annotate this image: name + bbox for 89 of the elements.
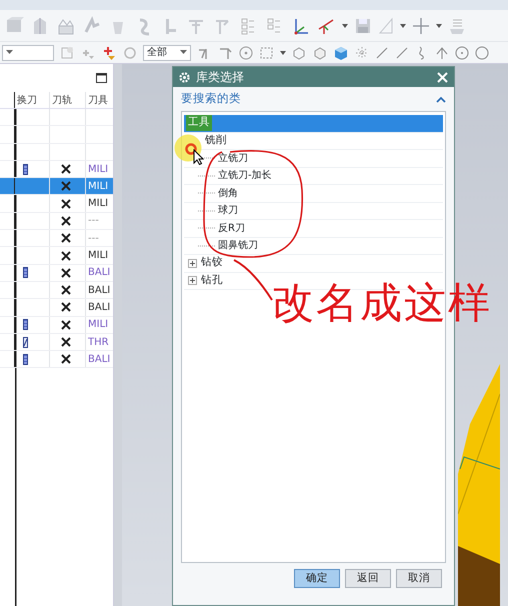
expand-icon[interactable]	[188, 276, 197, 286]
caret-icon[interactable]	[342, 22, 348, 28]
cube-icon[interactable]	[291, 44, 307, 60]
toolbar-icon[interactable]	[374, 44, 389, 60]
tool-name: MILI	[88, 249, 108, 264]
table-row[interactable]: MILI	[0, 195, 113, 213]
toolbar-icon[interactable]	[474, 44, 489, 60]
tree-item[interactable]: 倒角	[218, 186, 238, 201]
tool-name: MILI	[88, 180, 108, 194]
tool-name: BALI	[88, 266, 110, 280]
x-icon	[61, 198, 71, 209]
column-header[interactable]: 换刀	[15, 92, 50, 108]
x-icon	[61, 233, 71, 244]
tree-item[interactable]: 铣削	[205, 132, 227, 149]
caret-icon	[180, 50, 187, 55]
caret-icon[interactable]	[280, 50, 286, 56]
triangle-icon[interactable]	[378, 16, 394, 34]
table-row[interactable]: BALI	[0, 282, 113, 300]
tool-name: BALI	[88, 284, 110, 298]
tree-item[interactable]: 球刀	[218, 203, 238, 218]
close-icon[interactable]	[437, 72, 448, 82]
tree-item[interactable]: 钻孔	[201, 272, 223, 289]
dialog-title: 库类选择	[196, 69, 245, 86]
caret-icon[interactable]	[400, 22, 406, 28]
caret-icon[interactable]	[436, 22, 442, 28]
table-row[interactable]: THR	[0, 334, 113, 352]
table-row[interactable]	[0, 109, 113, 126]
filter-icon[interactable]	[101, 44, 117, 60]
table-row[interactable]: BALI	[0, 299, 113, 317]
table-row[interactable]: MILI	[0, 247, 113, 265]
tool-name: MILI	[88, 318, 108, 332]
x-icon	[61, 354, 71, 364]
toolbar-icon[interactable]	[354, 44, 369, 60]
x-icon	[61, 302, 71, 312]
selected-row[interactable]: MILI	[0, 178, 113, 196]
x-icon	[61, 285, 71, 296]
caret-icon	[6, 50, 13, 55]
tool-name: BALI	[88, 352, 110, 367]
tree-item[interactable]: 立铣刀	[218, 150, 248, 166]
tree-item[interactable]: 反R刀	[218, 220, 245, 236]
handwritten-note: 改名成这样	[272, 282, 492, 324]
toolbar-icon[interactable]	[394, 44, 409, 60]
tool-name: ---	[88, 214, 99, 228]
toolbar-icon[interactable]	[434, 44, 449, 60]
table-row[interactable]: BALI	[0, 264, 113, 282]
table-row[interactable]: MILI	[0, 316, 113, 334]
save-icon[interactable]	[354, 16, 372, 34]
table-row[interactable]	[0, 144, 113, 161]
column-header[interactable]: 刀轨	[50, 92, 86, 108]
circle-icon[interactable]	[122, 44, 138, 60]
layers-icon[interactable]	[448, 16, 466, 34]
filter-dropdown[interactable]: 全部	[143, 44, 191, 60]
section-title[interactable]: 要搜索的类	[181, 90, 241, 108]
x-icon	[61, 250, 71, 261]
cube-icon[interactable]	[333, 44, 349, 60]
annotation-stroke	[232, 258, 274, 302]
tool-name: MILI	[88, 162, 108, 177]
x-icon	[61, 320, 71, 330]
x-icon	[61, 216, 71, 226]
tool-name: MILI	[88, 197, 108, 212]
tree-item[interactable]: 立铣刀-加长	[218, 168, 272, 184]
x-icon	[61, 268, 71, 278]
dialog-button[interactable]: 确定	[294, 569, 340, 588]
tree-item[interactable]: 圆鼻铣刀	[218, 238, 258, 254]
tool-name: BALI	[88, 300, 110, 315]
tool-name: THR	[88, 336, 109, 350]
gear-icon	[179, 72, 190, 82]
plus-icon[interactable]	[412, 16, 430, 34]
toolbar-icon[interactable]	[259, 44, 275, 60]
expand-icon[interactable]	[188, 258, 197, 268]
dialog-button[interactable]: 返回	[345, 569, 391, 588]
column-header[interactable]: 刀具	[86, 92, 113, 108]
table-row[interactable]: BALI	[0, 351, 113, 368]
x-icon	[61, 164, 71, 174]
tree-item[interactable]: 钻铰	[201, 255, 223, 272]
toolbar-icon[interactable]	[454, 44, 469, 60]
chevron-up-icon[interactable]	[436, 96, 446, 102]
dialog-button[interactable]: 取消	[396, 569, 442, 588]
x-icon	[61, 337, 71, 347]
toolbar-icon[interactable]	[238, 44, 254, 60]
x-icon	[61, 181, 71, 192]
maximize-icon[interactable]	[96, 73, 107, 83]
tree-item[interactable]: 工具	[186, 115, 212, 132]
cursor-icon	[193, 149, 204, 165]
tool-name: ---	[88, 232, 99, 246]
click-marker-icon	[185, 143, 197, 155]
cube-icon[interactable]	[312, 44, 328, 60]
dropdown[interactable]	[2, 44, 54, 60]
table-row[interactable]	[0, 126, 113, 144]
